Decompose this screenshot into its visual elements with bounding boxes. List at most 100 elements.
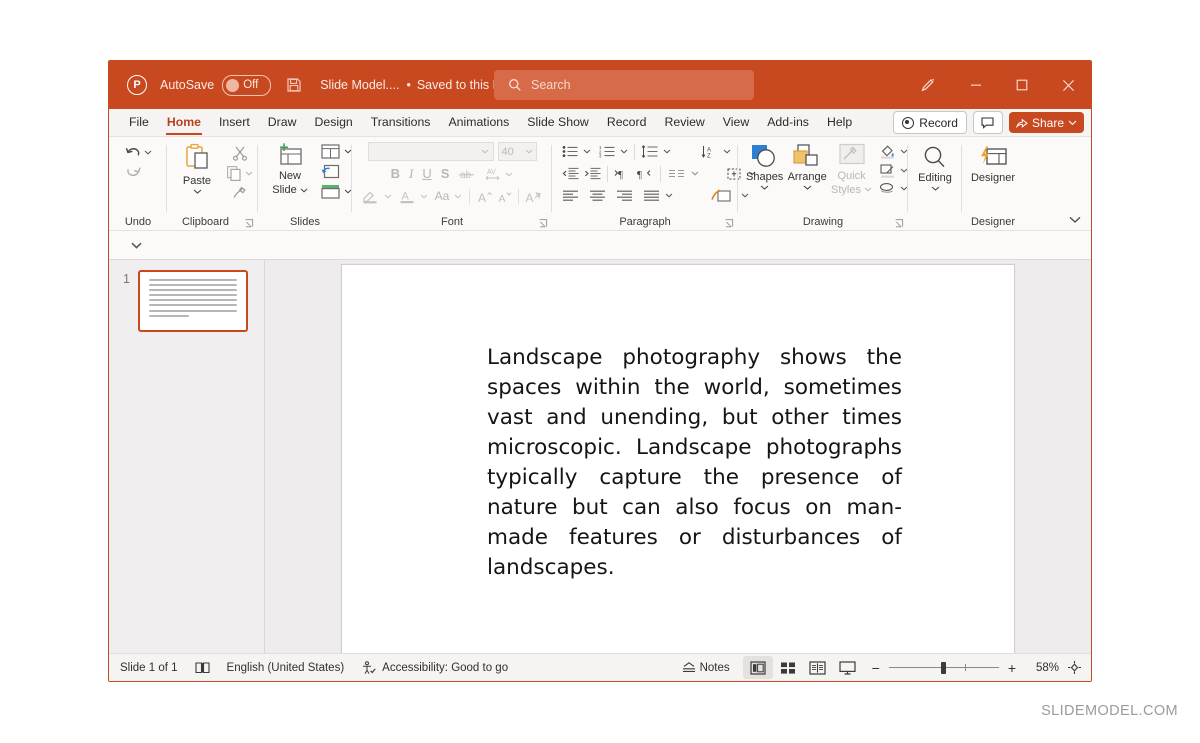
zoom-in-button[interactable]: + bbox=[1008, 661, 1016, 675]
align-right-icon[interactable] bbox=[616, 190, 633, 202]
copy-chevron-down-icon[interactable] bbox=[245, 171, 253, 176]
numbered-list-icon[interactable]: 123 bbox=[599, 145, 616, 158]
quick-styles-button[interactable]: Quick Styles bbox=[831, 143, 872, 196]
quick-styles-chevron-down-icon[interactable] bbox=[864, 187, 872, 192]
slide-counter[interactable]: Slide 1 of 1 bbox=[120, 662, 178, 674]
notes-page-icon[interactable] bbox=[194, 661, 210, 674]
maximize-button[interactable] bbox=[999, 61, 1045, 109]
left-to-right-icon[interactable]: ¶ bbox=[614, 167, 631, 180]
fill-bucket-icon[interactable] bbox=[879, 144, 896, 159]
reset-icon[interactable] bbox=[321, 164, 340, 179]
tab-view[interactable]: View bbox=[714, 109, 758, 136]
tab-file[interactable]: File bbox=[120, 109, 158, 136]
bold-button[interactable]: B bbox=[391, 167, 400, 181]
columns-icon[interactable] bbox=[668, 167, 686, 180]
slide-canvas[interactable]: Landscape photography shows the spaces withi… bbox=[341, 264, 1015, 654]
character-spacing-icon[interactable]: AV bbox=[484, 167, 502, 181]
language-indicator[interactable]: English (United States) bbox=[227, 662, 345, 674]
bullet-list-icon[interactable] bbox=[562, 145, 579, 158]
undo-chevron-down-icon[interactable] bbox=[144, 150, 152, 155]
layout-chevron-down-icon[interactable] bbox=[344, 149, 352, 154]
font-name-chevron-down-icon[interactable] bbox=[481, 149, 489, 154]
arrange-chevron-down-icon[interactable] bbox=[803, 185, 812, 190]
normal-view-button[interactable] bbox=[742, 656, 773, 679]
shape-outline-chevron-down-icon[interactable] bbox=[900, 168, 908, 173]
shape-outline-icon[interactable] bbox=[879, 163, 896, 178]
arrange-button[interactable]: Arrange bbox=[787, 143, 827, 190]
zoom-level[interactable]: 58% bbox=[1025, 662, 1059, 674]
tab-animations[interactable]: Animations bbox=[439, 109, 518, 136]
slide-show-button[interactable] bbox=[833, 656, 863, 679]
decrease-font-icon[interactable]: A bbox=[497, 190, 512, 204]
line-spacing-chevron-down-icon[interactable] bbox=[663, 149, 671, 154]
tab-draw[interactable]: Draw bbox=[259, 109, 306, 136]
highlight-chevron-down-icon[interactable] bbox=[384, 194, 392, 199]
bullets-chevron-down-icon[interactable] bbox=[583, 149, 591, 154]
document-title[interactable]: Slide Model.... bbox=[320, 78, 399, 92]
shapes-button[interactable]: Shapes bbox=[746, 143, 783, 190]
tab-home[interactable]: Home bbox=[158, 109, 210, 136]
redo-arrow-icon[interactable] bbox=[125, 165, 142, 180]
tab-transitions[interactable]: Transitions bbox=[362, 109, 440, 136]
slide-thumbnail-panel[interactable]: 1 bbox=[109, 260, 265, 653]
change-case-button[interactable]: Aa bbox=[435, 190, 450, 203]
new-slide-button[interactable]: New Slide bbox=[264, 143, 316, 197]
strikethrough-icon[interactable]: ab bbox=[458, 168, 475, 181]
font-name-input[interactable] bbox=[367, 142, 494, 161]
change-case-chevron-down-icon[interactable] bbox=[454, 194, 462, 199]
search-box[interactable]: Search bbox=[494, 70, 754, 100]
tab-record[interactable]: Record bbox=[598, 109, 656, 136]
minimize-button[interactable] bbox=[953, 61, 999, 109]
tab-insert[interactable]: Insert bbox=[210, 109, 259, 136]
tab-design[interactable]: Design bbox=[305, 109, 361, 136]
fit-to-window-icon[interactable] bbox=[1067, 660, 1082, 675]
font-color-chevron-down-icon[interactable] bbox=[420, 194, 428, 199]
save-icon[interactable] bbox=[285, 76, 303, 94]
tab-help[interactable]: Help bbox=[818, 109, 861, 136]
align-center-icon[interactable] bbox=[589, 190, 606, 202]
paintbrush-icon[interactable] bbox=[232, 185, 248, 200]
comments-button[interactable] bbox=[972, 111, 1003, 134]
tab-review[interactable]: Review bbox=[655, 109, 713, 136]
underline-button[interactable]: U bbox=[422, 167, 431, 181]
slide-sorter-button[interactable] bbox=[773, 656, 803, 679]
character-spacing-chevron-down-icon[interactable] bbox=[505, 172, 513, 177]
accessibility-status[interactable]: Accessibility: Good to go bbox=[361, 660, 508, 675]
numbering-chevron-down-icon[interactable] bbox=[620, 149, 628, 154]
chevron-down-icon[interactable] bbox=[131, 242, 142, 249]
autosave-toggle[interactable]: Off bbox=[222, 74, 272, 96]
decrease-indent-icon[interactable] bbox=[562, 167, 579, 180]
align-left-icon[interactable] bbox=[562, 190, 579, 202]
right-to-left-icon[interactable]: ¶ bbox=[636, 167, 653, 180]
shapes-chevron-down-icon[interactable] bbox=[760, 185, 769, 190]
scissors-icon[interactable] bbox=[232, 145, 248, 161]
designer-button[interactable]: Designer bbox=[965, 145, 1021, 185]
font-dialog-launcher[interactable] bbox=[539, 219, 548, 228]
notes-button[interactable]: Notes bbox=[682, 662, 730, 674]
line-spacing-icon[interactable] bbox=[641, 145, 659, 158]
italic-button[interactable]: I bbox=[409, 167, 413, 181]
justify-chevron-down-icon[interactable] bbox=[665, 193, 673, 198]
clear-formatting-icon[interactable]: A bbox=[525, 190, 542, 204]
undo-arrow-icon[interactable] bbox=[125, 145, 142, 160]
shape-effects-chevron-down-icon[interactable] bbox=[900, 186, 908, 191]
font-size-input[interactable]: 40 bbox=[497, 142, 537, 161]
justify-icon[interactable] bbox=[643, 190, 660, 202]
zoom-out-button[interactable]: − bbox=[872, 661, 880, 675]
zoom-slider-thumb[interactable] bbox=[940, 661, 946, 674]
editing-chevron-down-icon[interactable] bbox=[931, 186, 940, 191]
zoom-slider[interactable] bbox=[888, 661, 999, 674]
clipboard-dialog-launcher[interactable] bbox=[245, 219, 254, 228]
text-direction-chevron-down-icon[interactable] bbox=[723, 149, 731, 154]
reading-view-button[interactable] bbox=[803, 656, 833, 679]
close-button[interactable] bbox=[1045, 61, 1091, 109]
drawing-dialog-launcher[interactable] bbox=[895, 219, 904, 228]
columns-chevron-down-icon[interactable] bbox=[691, 171, 699, 176]
smartart-icon[interactable] bbox=[711, 188, 731, 203]
shape-fill-chevron-down-icon[interactable] bbox=[900, 149, 908, 154]
paste-chevron-down-icon[interactable] bbox=[193, 189, 202, 194]
tab-addins[interactable]: Add-ins bbox=[758, 109, 818, 136]
text-direction-icon[interactable]: AZ bbox=[701, 145, 719, 158]
slide-thumbnail-1[interactable] bbox=[138, 270, 248, 332]
share-button[interactable]: Share bbox=[1008, 112, 1084, 133]
